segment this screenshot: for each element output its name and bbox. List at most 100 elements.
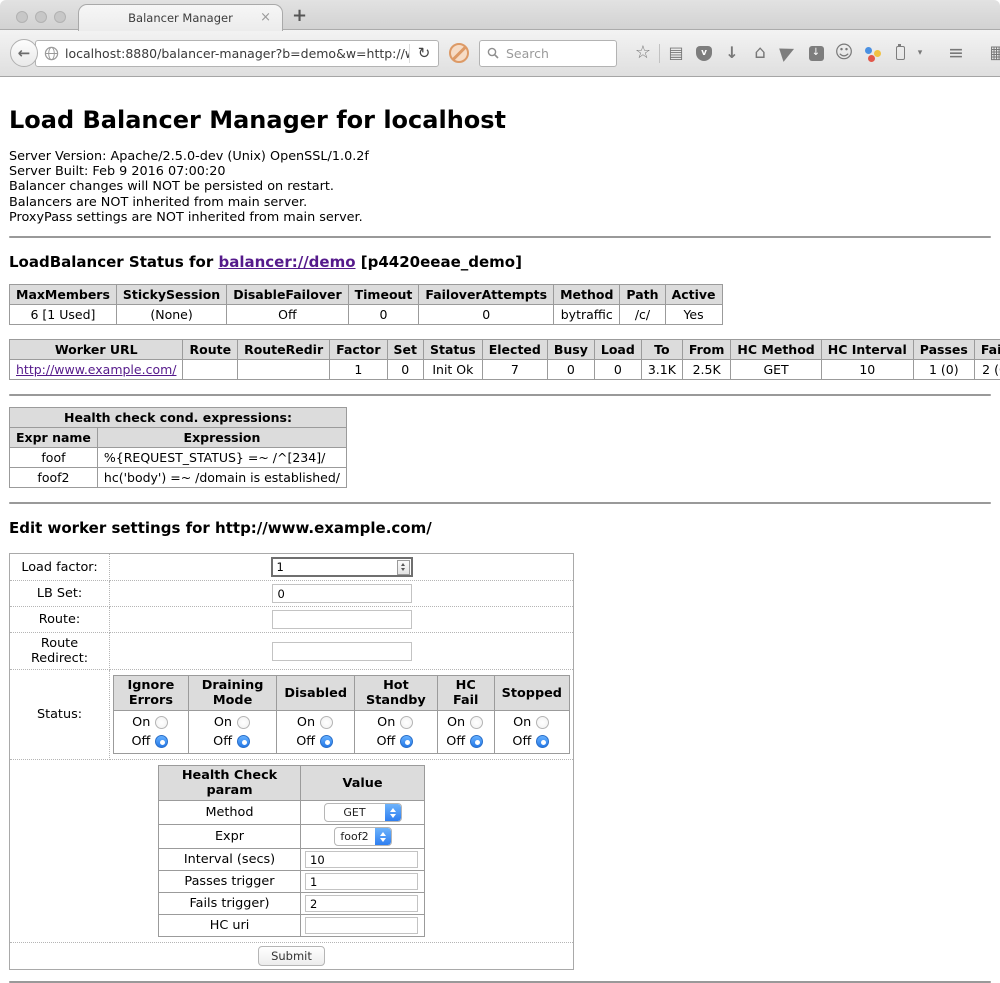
expr-table-title: Health check cond. expressions: (10, 408, 347, 428)
pocket-icon[interactable]: v (690, 41, 718, 65)
balancer-status-table: MaxMembers StickySession DisableFailover… (9, 284, 723, 325)
share-colors-icon[interactable] (858, 41, 886, 65)
persist-note-line: Balancer changes will NOT be persisted o… (9, 179, 991, 194)
lb-set-label: LB Set: (10, 581, 110, 607)
reload-icon[interactable]: ↻ (410, 44, 438, 62)
close-tab-icon[interactable]: × (260, 11, 271, 24)
browser-chrome: Balancer Manager × + ← localhost:8880/ba… (0, 0, 1000, 84)
reading-list-icon[interactable]: ▤ (662, 41, 690, 65)
worker-settings-form: Load factor: LB Set: Route: Route Redire… (9, 553, 574, 970)
worker-status-table: Worker URL Route RouteRedir Factor Set S… (9, 339, 1000, 380)
tab-balancer-manager[interactable]: Balancer Manager × (78, 4, 283, 31)
proxypass-note-line: ProxyPass settings are NOT inherited fro… (9, 210, 991, 225)
route-redirect-input[interactable] (272, 642, 412, 661)
new-tab-button[interactable]: + (292, 5, 307, 26)
url-text[interactable]: localhost:8880/balancer-manager?b=demo&w… (65, 46, 409, 61)
divider (9, 502, 991, 504)
server-version-line: Server Version: Apache/2.5.0-dev (Unix) … (9, 149, 991, 164)
balancers-note-line: Balancers are NOT inherited from main se… (9, 195, 991, 210)
hc-method-select[interactable]: GET (324, 803, 402, 822)
disabled-on-radio[interactable] (320, 716, 333, 729)
url-bar[interactable]: localhost:8880/balancer-manager?b=demo&w… (35, 40, 439, 67)
load-factor-label: Load factor: (10, 554, 110, 581)
globe-icon (44, 46, 59, 61)
disabled-off-radio[interactable] (320, 735, 333, 748)
page-title: Load Balancer Manager for localhost (9, 106, 991, 134)
save-page-icon[interactable]: ↓ (802, 41, 830, 65)
ignore-errors-off-radio[interactable] (155, 735, 168, 748)
hot-standby-off-radio[interactable] (400, 735, 413, 748)
route-input[interactable] (272, 610, 412, 629)
balancer-demo-link[interactable]: balancer://demo (218, 253, 355, 271)
pocket-chevron-icon: v (696, 46, 712, 61)
table-row: foof2 hc('body') =~ /domain is establish… (10, 468, 347, 488)
hot-standby-on-radio[interactable] (400, 716, 413, 729)
stopped-on-radio[interactable] (536, 716, 549, 729)
save-arrow-icon: ↓ (809, 46, 824, 61)
search-input[interactable] (504, 45, 609, 62)
home-icon[interactable]: ⌂ (746, 41, 774, 65)
hc-uri-label: HC uri (159, 915, 301, 937)
battery-icon[interactable] (886, 41, 914, 65)
route-redirect-label: Route Redirect: (10, 633, 110, 670)
navigation-toolbar: ← localhost:8880/balancer-manager?b=demo… (0, 30, 1000, 77)
search-icon (487, 47, 499, 59)
load-factor-field (271, 557, 413, 577)
toolbar-buttons: ☆ ▤ v ↓ ⌂ ↓ ☺ ▾ ≡ ▦ (629, 41, 1000, 65)
draining-mode-off-radio[interactable] (237, 735, 250, 748)
hc-expr-label: Expr (159, 825, 301, 849)
divider (9, 394, 991, 396)
server-info: Server Version: Apache/2.5.0-dev (Unix) … (9, 149, 991, 225)
window-controls (16, 11, 66, 23)
tab-bar: Balancer Manager × + (0, 0, 1000, 30)
back-button[interactable]: ← (10, 39, 38, 67)
content-blocked-icon[interactable] (449, 43, 469, 63)
hc-fails-input[interactable] (305, 895, 418, 912)
hc-fail-on-radio[interactable] (470, 716, 483, 729)
status-table: Ignore Errors Draining Mode Disabled Hot… (113, 675, 570, 754)
apps-grid-icon[interactable]: ▦ (984, 41, 1000, 65)
balancer-status-heading: LoadBalancer Status for balancer://demo … (9, 253, 991, 271)
edit-worker-heading: Edit worker settings for http://www.exam… (9, 519, 991, 537)
hc-passes-label: Passes trigger (159, 871, 301, 893)
window-zoom-button[interactable] (54, 11, 66, 23)
load-factor-input[interactable] (273, 560, 397, 574)
send-tab-icon[interactable] (774, 41, 802, 65)
select-arrows-icon (375, 828, 391, 845)
tab-title: Balancer Manager (128, 11, 233, 25)
hc-interval-input[interactable] (305, 851, 418, 868)
divider (9, 236, 991, 238)
chat-smiley-icon[interactable]: ☺ (830, 41, 858, 65)
health-check-params-table: Health Check param Value Method GET (158, 765, 425, 937)
page-content: Load Balancer Manager for localhost Serv… (0, 84, 1000, 983)
submit-button[interactable]: Submit (258, 946, 325, 966)
hc-interval-label: Interval (secs) (159, 849, 301, 871)
hc-fails-label: Fails trigger) (159, 893, 301, 915)
chevron-down-icon[interactable]: ▾ (914, 41, 926, 65)
health-check-expressions-table: Health check cond. expressions: Expr nam… (9, 407, 347, 488)
search-bar[interactable] (479, 40, 617, 67)
hc-uri-input[interactable] (305, 917, 418, 934)
route-label: Route: (10, 607, 110, 633)
downloads-icon[interactable]: ↓ (718, 41, 746, 65)
draining-mode-on-radio[interactable] (237, 716, 250, 729)
server-built-line: Server Built: Feb 9 2016 07:00:20 (9, 164, 991, 179)
stopped-off-radio[interactable] (536, 735, 549, 748)
hc-method-label: Method (159, 801, 301, 825)
table-row: 6 [1 Used] (None) Off 0 0 bytraffic /c/ … (10, 305, 723, 325)
number-spinner-icon[interactable] (397, 560, 410, 575)
toolbar-divider (659, 44, 660, 63)
ignore-errors-on-radio[interactable] (155, 716, 168, 729)
table-row: http://www.example.com/ 1 0 Init Ok 7 0 … (10, 360, 1000, 380)
hc-expr-select[interactable]: foof2 (334, 827, 392, 846)
table-row: foof %{REQUEST_STATUS} =~ /^[234]/ (10, 448, 347, 468)
hc-passes-input[interactable] (305, 873, 418, 890)
bookmark-star-icon[interactable]: ☆ (629, 41, 657, 65)
worker-url-link[interactable]: http://www.example.com/ (16, 362, 176, 377)
window-minimize-button[interactable] (35, 11, 47, 23)
window-close-button[interactable] (16, 11, 28, 23)
menu-hamburger-icon[interactable]: ≡ (942, 41, 970, 65)
hc-fail-off-radio[interactable] (470, 735, 483, 748)
status-label: Status: (10, 670, 110, 760)
lb-set-input[interactable] (272, 584, 412, 603)
